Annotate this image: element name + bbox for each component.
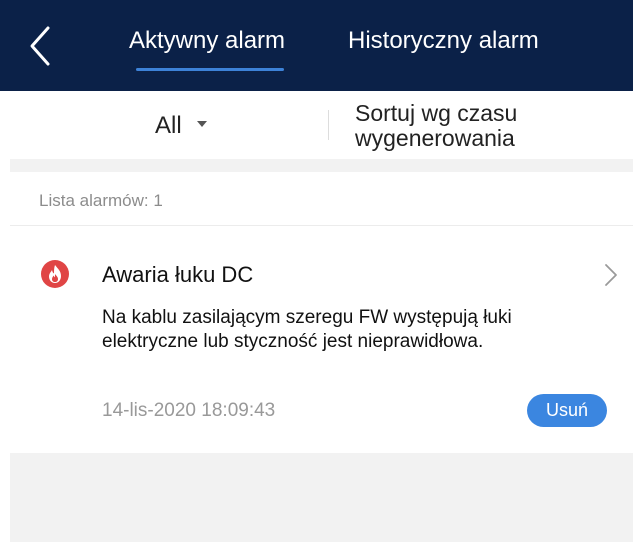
filter-dropdown[interactable]: All [155,112,182,140]
sort-button[interactable]: Sortuj wg czasu wygenerowania [355,101,585,151]
alarm-title: Awaria łuku DC [102,262,254,287]
section-separator [10,159,633,172]
chevron-right-icon[interactable] [604,263,618,287]
fire-icon [40,259,70,289]
filter-divider [328,110,329,140]
tab-historical-alarm[interactable]: Historyczny alarm [348,27,539,55]
alarm-list-count: Lista alarmów: 1 [39,191,163,210]
active-tab-indicator [136,68,284,71]
delete-button[interactable]: Usuń [527,394,607,427]
alarm-description: Na kablu zasilającym szeregu FW występuj… [102,307,512,352]
alarm-timestamp: 14-lis-2020 18:09:43 [102,400,276,421]
tab-active-alarm[interactable]: Aktywny alarm [129,27,285,55]
caret-down-icon [197,121,207,127]
empty-list-area [10,453,633,542]
back-button[interactable] [22,24,62,68]
chevron-left-icon [30,26,50,66]
